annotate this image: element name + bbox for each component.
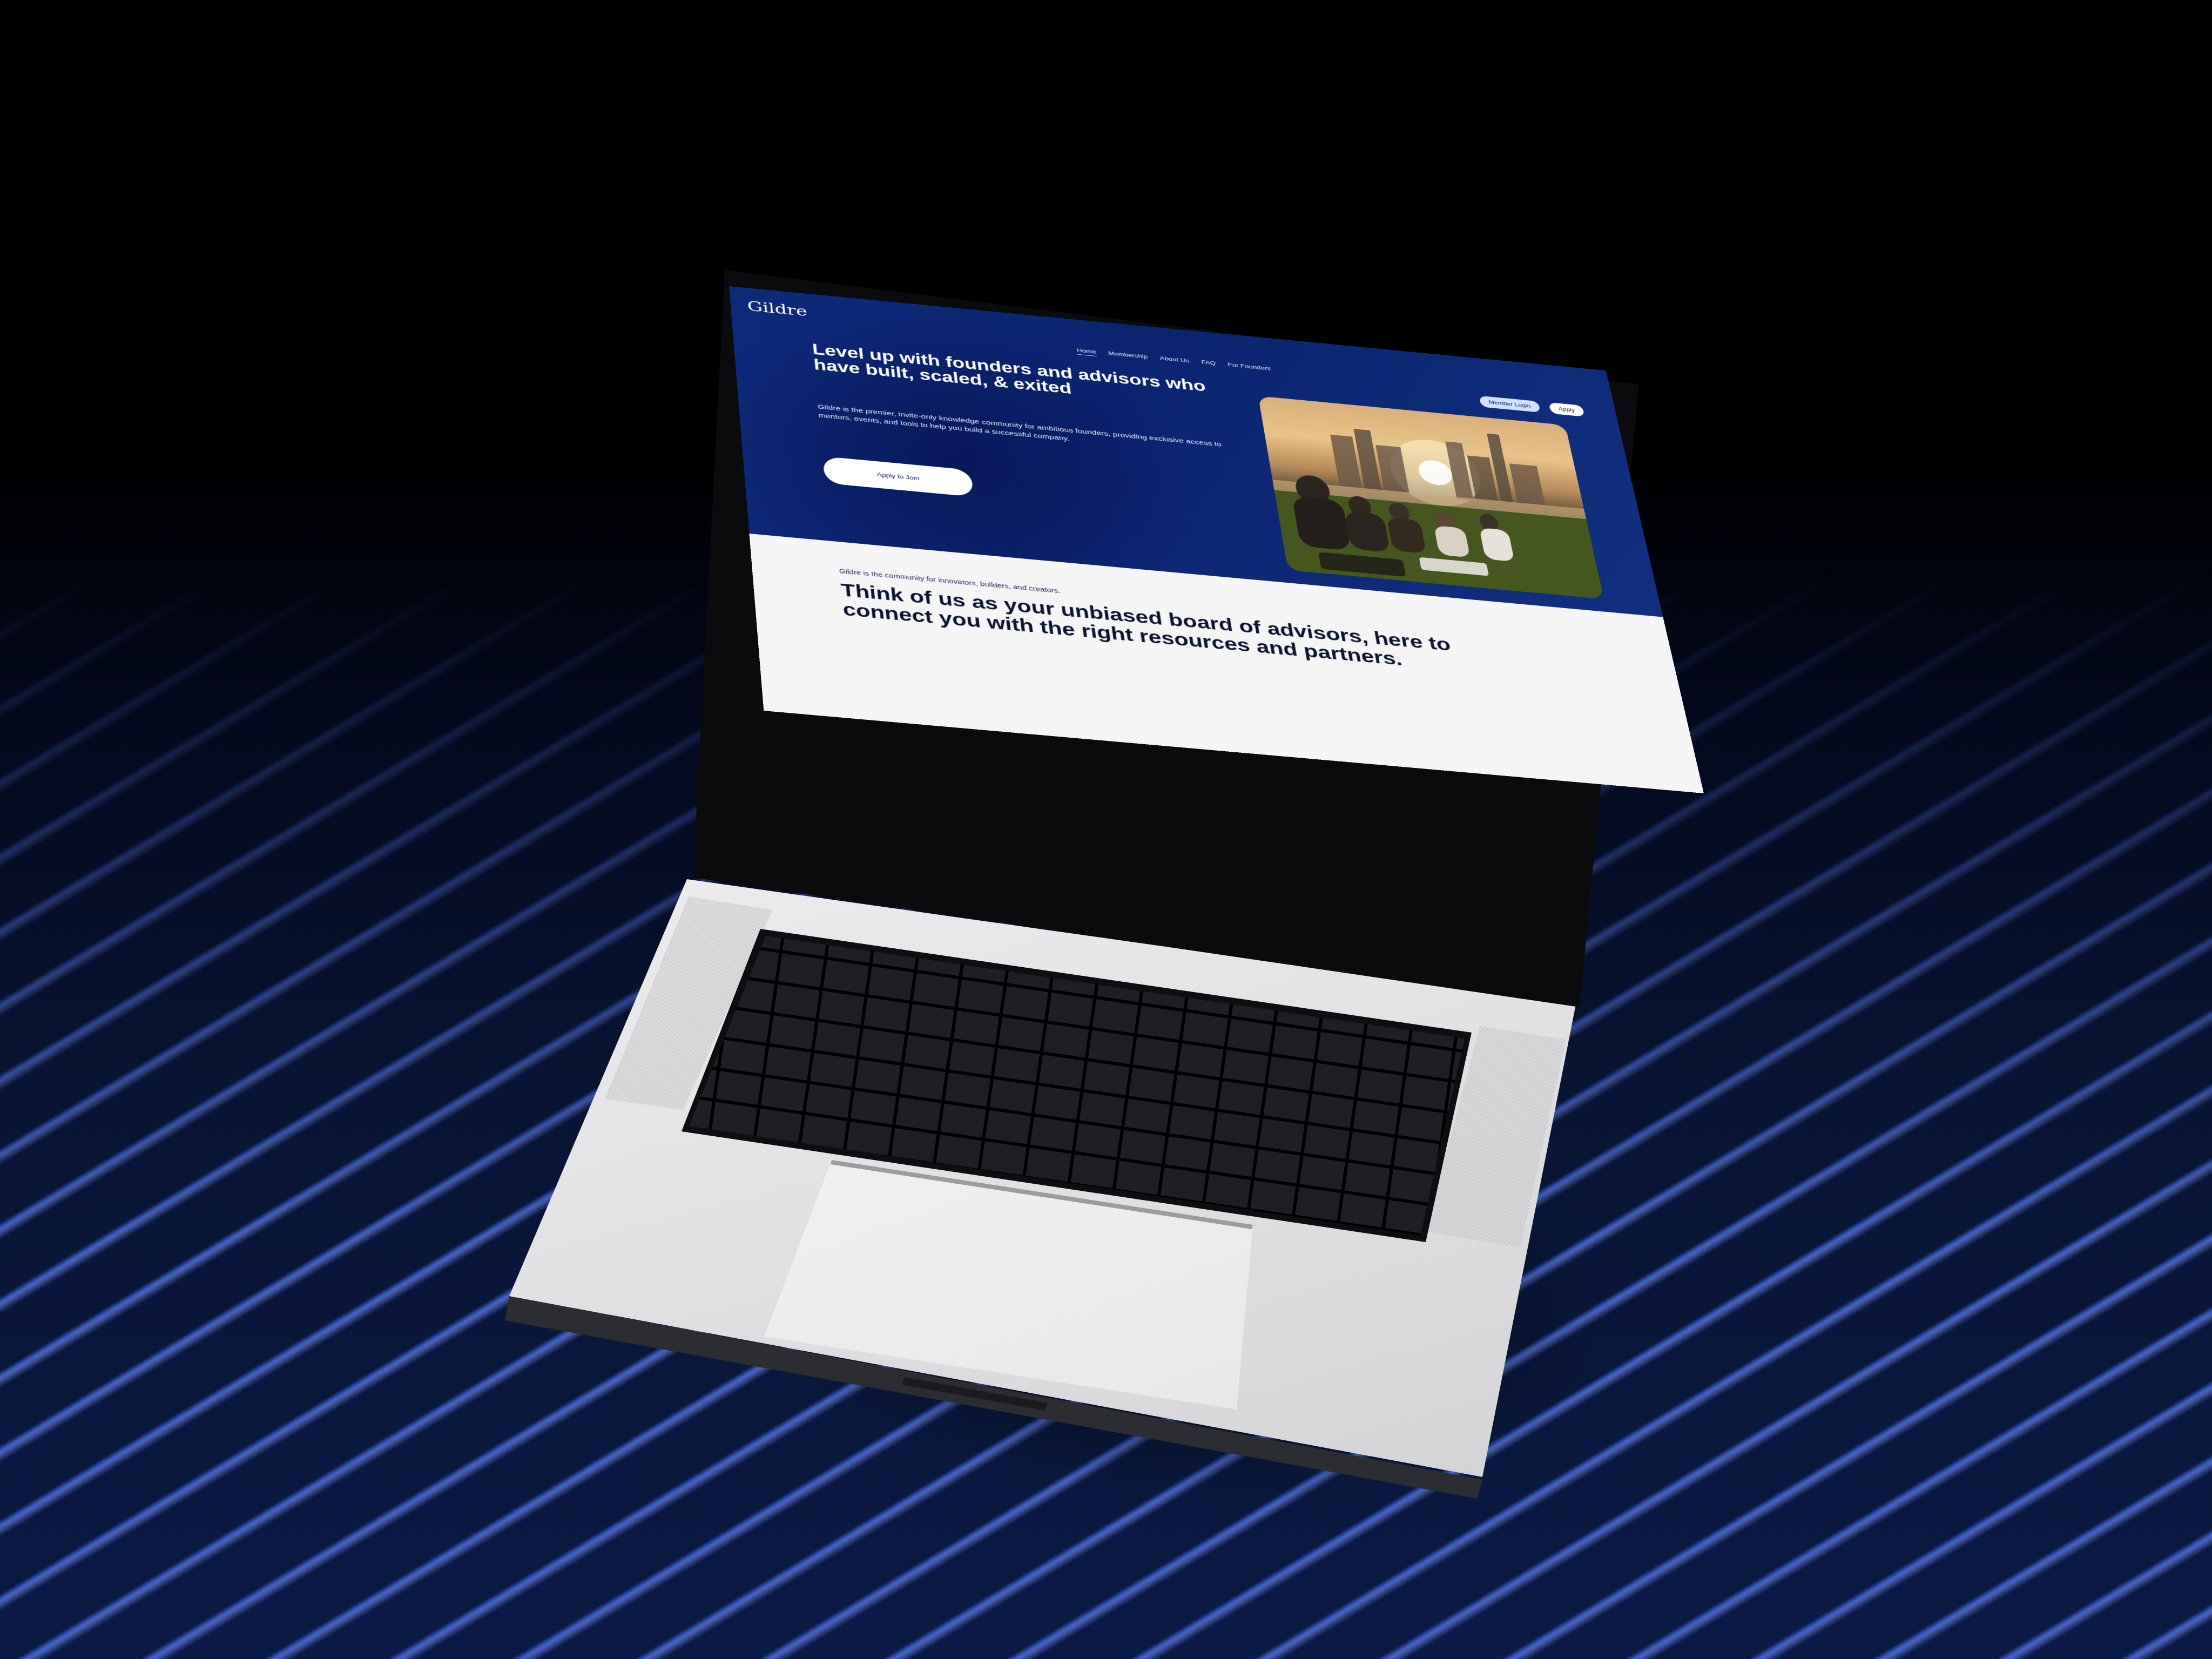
hero-photo <box>1258 396 1604 599</box>
nav-item-home[interactable]: Home <box>1076 347 1097 357</box>
nav-item-for-founders[interactable]: For Founders <box>1228 361 1272 373</box>
apply-to-join-button[interactable]: Apply to Join <box>822 456 974 497</box>
nav-item-faq[interactable]: FAQ <box>1201 359 1217 368</box>
nav-item-membership[interactable]: Membership <box>1108 350 1148 361</box>
hero-title: Level up with founders and advisors who … <box>811 340 1207 397</box>
member-login-button[interactable]: Member Login <box>1479 395 1541 413</box>
apply-button[interactable]: Apply <box>1548 402 1585 417</box>
hero-subtitle: Gildre is the premier, invite-only knowl… <box>817 403 1222 448</box>
brand-logo[interactable]: Gildre <box>747 298 808 320</box>
scroll-indicator[interactable] <box>1650 620 1656 624</box>
photo-group-on-lawn-icon <box>1272 429 1604 599</box>
nav-item-about-us[interactable]: About Us <box>1159 355 1190 365</box>
